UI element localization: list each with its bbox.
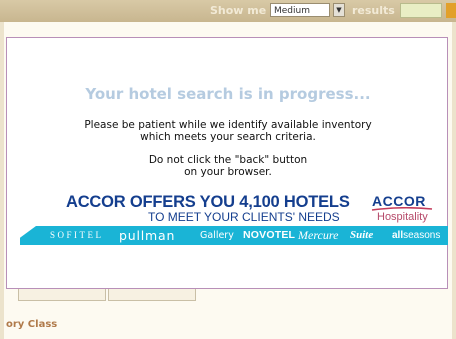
show-me-label: Show me	[210, 4, 267, 17]
back-button-warning: Do not click the "back" button	[148, 154, 308, 166]
brand-gallery: Gallery	[200, 230, 234, 241]
brand-suite: Suite	[350, 229, 374, 241]
brand-allseasons: allseasons	[392, 226, 440, 245]
strip-corner	[20, 226, 36, 245]
results-toolbar: Show me Medium ▼ results	[0, 0, 456, 22]
patience-message: Please be patient while we identify avai…	[84, 119, 372, 131]
background-tab[interactable]	[18, 288, 106, 301]
patience-message: which meets your search criteria.	[140, 131, 316, 143]
accor-logo-subtext: Hospitality	[377, 211, 428, 223]
section-label: ory Class	[6, 319, 58, 330]
brand-pullman: pullman	[119, 228, 176, 243]
left-border	[0, 22, 4, 339]
brand-sofitel: SOFITEL	[50, 230, 104, 240]
search-progress-modal: Your hotel search is in progress... Plea…	[6, 37, 448, 289]
back-button-warning: on your browser.	[184, 166, 272, 178]
banner-subheadline: TO MEET YOUR CLIENTS' NEEDS	[148, 210, 340, 224]
right-border	[452, 22, 456, 339]
brand-allseasons-rest: seasons	[403, 230, 441, 241]
go-button[interactable]	[400, 3, 442, 18]
accor-ad-banner[interactable]: ACCOR OFFERS YOU 4,100 HOTELS TO MEET YO…	[20, 193, 448, 245]
brand-strip: SOFITEL pullman Gallery NOVOTEL Mercure …	[20, 226, 448, 245]
background-tab[interactable]	[108, 288, 196, 301]
action-button[interactable]	[446, 3, 456, 18]
chevron-down-icon[interactable]: ▼	[333, 3, 345, 17]
brand-mercure: Mercure	[298, 228, 339, 242]
results-label: results	[352, 4, 395, 17]
modal-title: Your hotel search is in progress...	[85, 85, 371, 103]
page-size-select[interactable]: Medium	[270, 3, 330, 17]
brand-allseasons-bold: all	[392, 230, 404, 241]
brand-novotel: NOVOTEL	[243, 229, 296, 241]
